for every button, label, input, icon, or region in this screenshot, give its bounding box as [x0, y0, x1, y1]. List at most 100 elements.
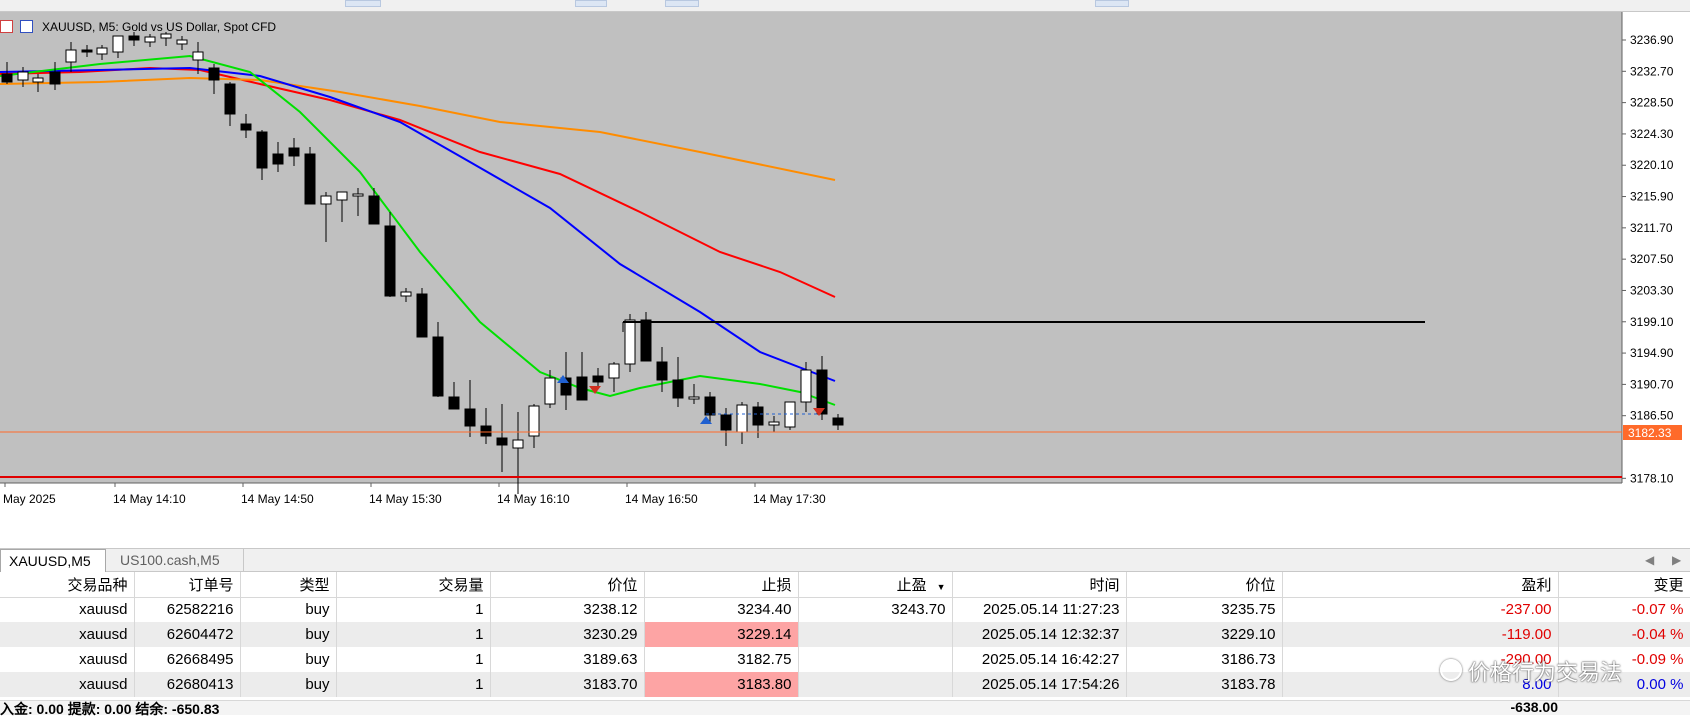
candle-body — [608, 363, 620, 379]
tab-scroll-right-icon[interactable]: ▶ — [1672, 553, 1681, 567]
candle-body — [96, 47, 108, 55]
col-header-profit[interactable]: 盈利 — [1282, 572, 1559, 598]
table-row[interactable]: xauusd 62582216 buy 1 3238.12 3234.40 32… — [0, 597, 1690, 622]
cell-take-profit[interactable]: 3243.70 — [798, 597, 953, 622]
time-tick-label: 14 May 17:30 — [753, 492, 826, 506]
current-price-label: 3182.33 — [1628, 426, 1672, 440]
cell-take-profit[interactable] — [798, 622, 953, 647]
col-header-volume[interactable]: 交易量 — [336, 572, 491, 598]
candle-body — [272, 153, 284, 165]
toolbar-button[interactable] — [345, 0, 381, 7]
col-header-time[interactable]: 时间 — [952, 572, 1127, 598]
candle-body — [624, 319, 636, 365]
chart-list-icon[interactable] — [0, 20, 13, 33]
time-tick-label: 14 May 16:10 — [497, 492, 570, 506]
cell-volume: 1 — [336, 672, 491, 697]
cell-order: 62582216 — [134, 597, 241, 622]
candle-body — [752, 406, 764, 426]
col-header-order[interactable]: 订单号 — [134, 572, 241, 598]
price-tick-label: 3232.70 — [1630, 64, 1674, 78]
candle-body — [17, 71, 29, 81]
time-tick-label: May 2025 — [3, 492, 56, 506]
table-row[interactable]: xauusd 62604472 buy 1 3230.29 3229.14 20… — [0, 622, 1690, 647]
candle-body — [32, 77, 44, 83]
cell-symbol: xauusd — [0, 597, 135, 622]
time-tick-label: 14 May 14:10 — [113, 492, 186, 506]
table-row[interactable]: xauusd 62680413 buy 1 3183.70 3183.80 20… — [0, 672, 1690, 697]
cell-time: 2025.05.14 17:54:26 — [952, 672, 1127, 697]
watermark-text: 价格行为交易法 — [1468, 661, 1623, 686]
toolbar — [0, 0, 1690, 12]
watermark-logo-icon — [1440, 659, 1462, 681]
col-header-type[interactable]: 类型 — [240, 572, 337, 598]
cell-price: 3186.73 — [1126, 647, 1283, 672]
toolbar-button[interactable] — [665, 0, 699, 7]
candle-body — [672, 379, 684, 399]
candle-body — [432, 336, 444, 397]
col-header-stop-loss[interactable]: 止损 — [644, 572, 799, 598]
candle-body — [512, 439, 524, 449]
candle-body — [704, 396, 716, 416]
candle-body — [224, 83, 236, 115]
cell-order: 62680413 — [134, 672, 241, 697]
candle-body — [65, 49, 77, 63]
cell-open-price: 3189.63 — [490, 647, 645, 672]
candle-body — [368, 195, 380, 225]
col-header-open-price[interactable]: 价位 — [490, 572, 645, 598]
col-header-change[interactable]: 变更 — [1558, 572, 1690, 598]
cell-type: buy — [240, 597, 337, 622]
table-header: 交易品种 订单号 类型 交易量 价位 止损 止盈 ▼ 时间 价位 盈利 变更 — [0, 572, 1690, 598]
candle-body — [352, 193, 364, 197]
cell-change: -0.04 % — [1558, 622, 1690, 647]
price-chart[interactable]: 3236.90 3232.70 3228.50 3224.30 3220.10 3215.… — [0, 12, 1690, 552]
cell-take-profit[interactable] — [798, 672, 953, 697]
candle-body — [640, 319, 652, 362]
cell-stop-loss[interactable]: 3229.14 — [644, 622, 799, 647]
candle-body — [336, 191, 348, 201]
table-row[interactable]: xauusd 62668495 buy 1 3189.63 3182.75 20… — [0, 647, 1690, 672]
account-status-bar: 入金: 0.00 提款: 0.00 结余: -650.83 -638.00 — [0, 699, 1690, 717]
price-tick-label: 3224.30 — [1630, 127, 1674, 141]
cell-time: 2025.05.14 16:42:27 — [952, 647, 1127, 672]
tab-scroll-left-icon[interactable]: ◀ — [1645, 553, 1654, 567]
candle-body — [656, 361, 668, 381]
chart-title: XAUUSD, M5: Gold vs US Dollar, Spot CFD — [42, 20, 277, 34]
chart-tabs: XAUUSD,M5 US100.cash,M5 ◀ ▶ — [0, 548, 1690, 572]
candle-body — [176, 39, 188, 45]
price-tick-label: 3190.70 — [1630, 377, 1674, 391]
candle-body — [832, 417, 844, 426]
candle-body — [448, 396, 460, 410]
cell-symbol: xauusd — [0, 672, 135, 697]
col-header-symbol[interactable]: 交易品种 — [0, 572, 135, 598]
candle-body — [576, 376, 588, 401]
cell-take-profit[interactable] — [798, 647, 953, 672]
cell-stop-loss[interactable]: 3182.75 — [644, 647, 799, 672]
price-tick-label: 3207.50 — [1630, 252, 1674, 266]
candle-body — [208, 67, 220, 81]
price-tick-label: 3178.10 — [1630, 471, 1674, 485]
price-tick-label: 3220.10 — [1630, 158, 1674, 172]
toolbar-button[interactable] — [1095, 0, 1129, 7]
cell-price: 3235.75 — [1126, 597, 1283, 622]
toolbar-button[interactable] — [575, 0, 607, 7]
time-tick-label: 14 May 15:30 — [369, 492, 442, 506]
candle-body — [592, 375, 604, 383]
cell-volume: 1 — [336, 647, 491, 672]
cell-symbol: xauusd — [0, 647, 135, 672]
price-tick-label: 3194.90 — [1630, 346, 1674, 360]
tab-us100[interactable]: US100.cash,M5 — [112, 549, 244, 572]
cell-stop-loss[interactable]: 3234.40 — [644, 597, 799, 622]
cell-order: 62604472 — [134, 622, 241, 647]
col-header-price[interactable]: 价位 — [1126, 572, 1283, 598]
cell-type: buy — [240, 647, 337, 672]
cell-time: 2025.05.14 11:27:23 — [952, 597, 1127, 622]
tab-xauusd[interactable]: XAUUSD,M5 — [0, 549, 106, 572]
price-tick-label: 3211.70 — [1630, 221, 1673, 235]
candle-body — [384, 225, 396, 297]
col-header-take-profit[interactable]: 止盈 ▼ — [798, 572, 953, 598]
chart-canvas[interactable]: 3236.90 3232.70 3228.50 3224.30 3220.10 3215.… — [0, 12, 1690, 552]
candle-body — [128, 35, 140, 41]
cell-stop-loss[interactable]: 3183.80 — [644, 672, 799, 697]
candle-body — [800, 369, 812, 403]
price-tick-label: 3236.90 — [1630, 33, 1674, 47]
